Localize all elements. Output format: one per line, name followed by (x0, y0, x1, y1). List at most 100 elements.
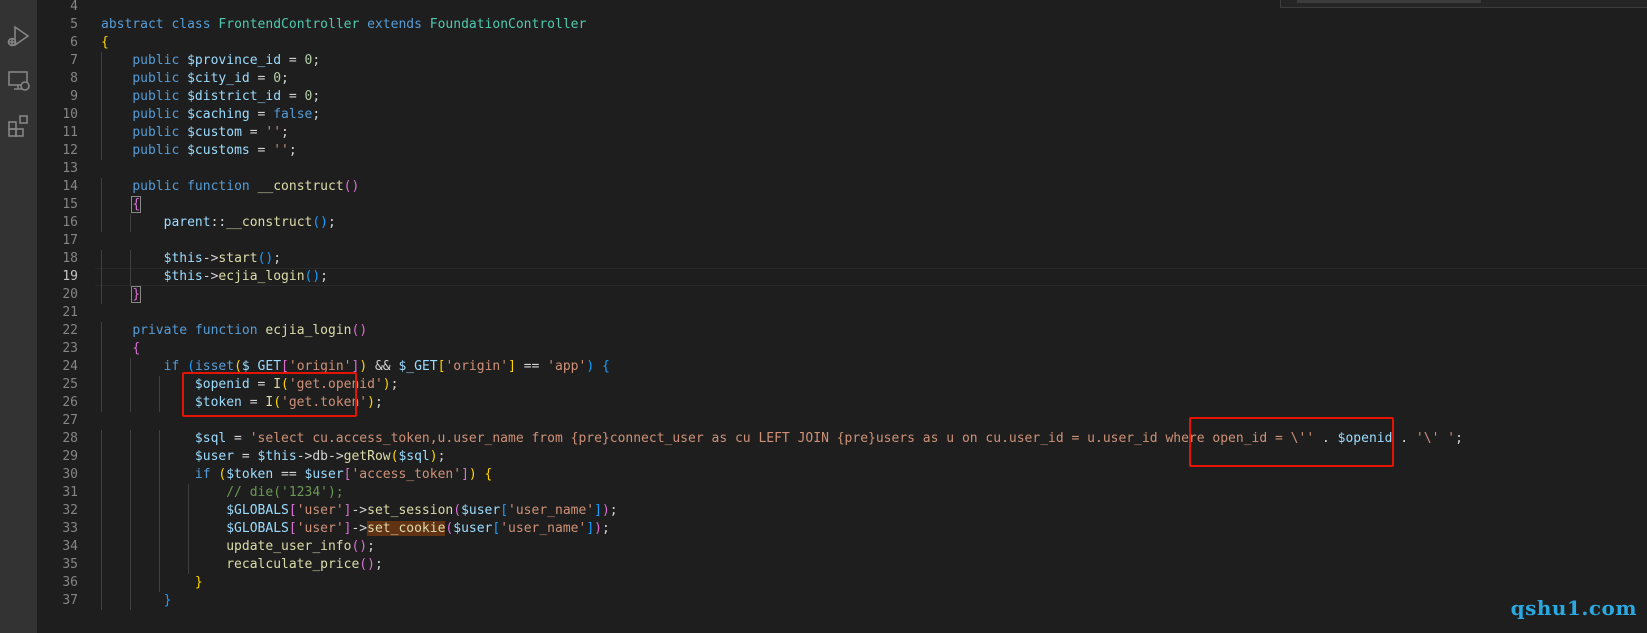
indent-guide (130, 502, 131, 520)
indent-guide (159, 466, 160, 484)
line-number: 35 (62, 557, 78, 572)
line-number: 31 (62, 485, 78, 500)
code-line[interactable]: // die('1234'); (101, 484, 343, 502)
indent-guide (130, 592, 131, 610)
indent-guide (159, 394, 160, 412)
code-line[interactable]: public $caching = false; (101, 106, 320, 124)
indent-guide (101, 538, 102, 556)
code-line[interactable]: $user = $this->db->getRow($sql); (101, 448, 446, 466)
indent-guide (159, 538, 160, 556)
minimap-slider[interactable] (1297, 0, 1481, 3)
code-line[interactable]: $GLOBALS['user']->set_cookie($user['user… (101, 520, 610, 538)
code-line[interactable]: update_user_info(); (101, 538, 375, 556)
indent-guide (130, 430, 131, 448)
indent-guide (101, 196, 102, 214)
indent-guide (101, 268, 102, 286)
indent-guide (159, 448, 160, 466)
line-number: 16 (62, 215, 78, 230)
code-line[interactable]: { (101, 340, 140, 358)
code-line[interactable]: recalculate_price(); (101, 556, 383, 574)
indent-guide (130, 484, 131, 502)
code-line[interactable]: parent::__construct(); (101, 214, 336, 232)
line-number: 23 (62, 341, 78, 356)
code-line[interactable]: } (101, 286, 142, 304)
code-line[interactable]: public $custom = ''; (101, 124, 289, 142)
code-line[interactable]: public $customs = ''; (101, 142, 296, 160)
indent-guide (159, 484, 160, 502)
indent-guide (101, 286, 102, 304)
line-number: 6 (70, 35, 78, 50)
extensions-icon[interactable] (0, 111, 37, 141)
line-number: 20 (62, 287, 78, 302)
line-number: 36 (62, 575, 78, 590)
code-line[interactable]: $this->start(); (101, 250, 281, 268)
indent-guide (130, 268, 131, 286)
run-debug-icon[interactable] (0, 21, 37, 51)
code-line[interactable]: { (101, 34, 109, 52)
indent-guide (130, 250, 131, 268)
indent-guide (101, 88, 102, 106)
indent-guide (101, 214, 102, 232)
indent-guide (130, 520, 131, 538)
line-number: 26 (62, 395, 78, 410)
code-line[interactable]: public $district_id = 0; (101, 88, 320, 106)
indent-guide (101, 592, 102, 610)
code-editor[interactable]: abstract class FrontendController extend… (95, 0, 1647, 633)
indent-guide (130, 574, 131, 592)
indent-guide (101, 340, 102, 358)
line-number: 4 (70, 0, 78, 14)
line-number: 25 (62, 377, 78, 392)
line-number: 8 (70, 71, 78, 86)
annotation-box-sql-injection (1189, 417, 1394, 467)
line-number: 30 (62, 467, 78, 482)
code-line[interactable]: public function __construct() (101, 178, 359, 196)
line-number: 24 (62, 359, 78, 374)
code-line[interactable]: $GLOBALS['user']->set_session($user['use… (101, 502, 617, 520)
line-number: 12 (62, 143, 78, 158)
indent-guide (101, 484, 102, 502)
indent-guide (101, 322, 102, 340)
indent-guide (101, 178, 102, 196)
indent-guide (101, 574, 102, 592)
line-number: 19 (62, 269, 78, 284)
indent-guide (130, 466, 131, 484)
indent-guide (130, 358, 131, 376)
indent-guide (130, 448, 131, 466)
line-number: 11 (62, 125, 78, 140)
code-line[interactable]: public $province_id = 0; (101, 52, 320, 70)
indent-guide (130, 538, 131, 556)
indent-guide (101, 448, 102, 466)
indent-guide (101, 124, 102, 142)
line-number: 9 (70, 89, 78, 104)
code-line[interactable]: { (101, 196, 142, 214)
indent-guide (130, 214, 131, 232)
indent-guide (188, 556, 189, 574)
code-line[interactable]: } (101, 592, 172, 610)
line-number: 27 (62, 413, 78, 428)
line-number: 5 (70, 17, 78, 32)
code-line[interactable]: private function ecjia_login() (101, 322, 367, 340)
indent-guide (101, 142, 102, 160)
indent-guide (101, 466, 102, 484)
indent-guide (188, 484, 189, 502)
line-number: 37 (62, 593, 78, 608)
code-line[interactable]: $this->ecjia_login(); (101, 268, 328, 286)
line-number: 21 (62, 305, 78, 320)
line-number: 13 (62, 161, 78, 176)
indent-guide (101, 250, 102, 268)
indent-guide (101, 376, 102, 394)
remote-explorer-icon[interactable] (0, 66, 37, 96)
line-number: 33 (62, 521, 78, 536)
indent-guide (101, 556, 102, 574)
line-number: 14 (62, 179, 78, 194)
line-number: 28 (62, 431, 78, 446)
indent-guide (101, 358, 102, 376)
indent-guide (188, 502, 189, 520)
line-number: 34 (62, 539, 78, 554)
code-line[interactable]: public $city_id = 0; (101, 70, 289, 88)
indent-guide (101, 52, 102, 70)
line-number: 17 (62, 233, 78, 248)
code-line[interactable]: abstract class FrontendController extend… (101, 16, 586, 34)
code-line[interactable]: } (101, 574, 203, 592)
indent-guide (101, 502, 102, 520)
